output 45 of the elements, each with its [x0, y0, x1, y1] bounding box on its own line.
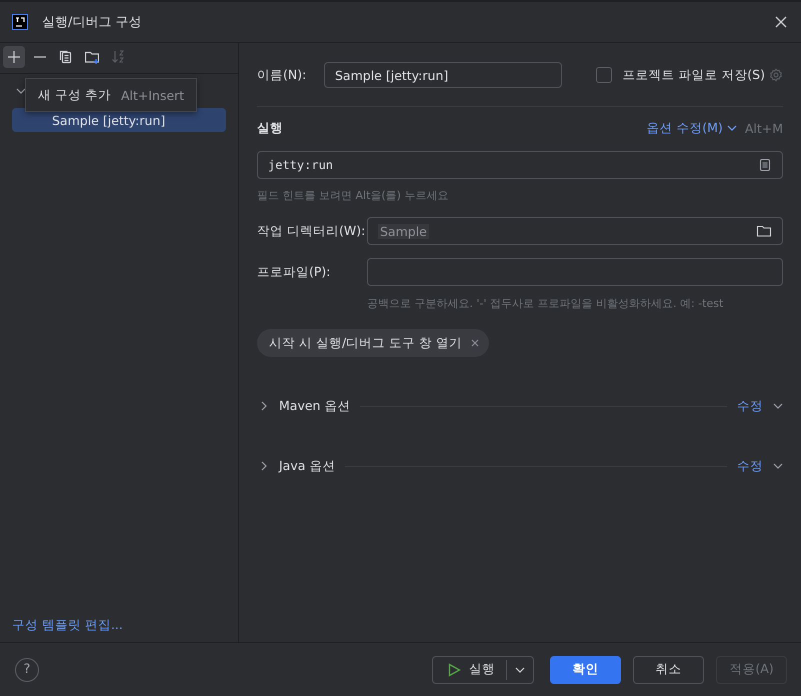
name-label: 이름(N): [257, 66, 308, 84]
working-directory-field[interactable]: Sample [367, 217, 783, 245]
help-button[interactable]: ? [15, 658, 39, 682]
app-logo-icon [12, 14, 28, 30]
working-directory-label: 작업 디렉터리(W): [257, 222, 366, 240]
profiles-label: 프로파일(P): [257, 264, 332, 280]
sort-icon [111, 49, 125, 65]
add-button[interactable] [3, 46, 25, 68]
shortcut-text: Alt+M [744, 120, 783, 136]
chevron-icon[interactable] [259, 401, 269, 411]
tooltip-text: 새 구성 추가 [38, 86, 111, 104]
checkbox[interactable] [596, 67, 612, 83]
edit-templates-link[interactable]: 구성 템플릿 편집... [0, 617, 238, 642]
copy-icon [59, 49, 73, 65]
chevron-icon [773, 401, 783, 411]
chevron-icon[interactable] [16, 86, 26, 96]
document-icon[interactable] [758, 158, 772, 172]
close-icon[interactable] [775, 16, 787, 28]
shortcut-text: Alt+Insert [120, 88, 184, 102]
chevron-icon[interactable] [259, 461, 269, 471]
name-field[interactable]: Sample [jetty:run] [324, 62, 562, 88]
modify-options-link[interactable]: 옵션 수정(M) [646, 120, 723, 136]
plus-icon [7, 49, 21, 65]
new-folder-icon [85, 49, 99, 65]
modify-link[interactable]: 수정 [737, 398, 763, 414]
play-icon [447, 662, 461, 676]
hint-text: 공백으로 구분하세요. '-' 접두사로 프로파일을 비활성화하세요. 예: -test [367, 296, 724, 311]
modify-link[interactable]: 수정 [737, 458, 763, 474]
ok-button[interactable]: 확인 [550, 656, 621, 684]
chevron-icon [726, 123, 737, 133]
cancel-button[interactable]: 취소 [633, 656, 704, 684]
chevron-icon[interactable] [515, 664, 525, 674]
store-label: 프로젝트 파일로 저장(S) [622, 66, 765, 84]
group-title: Java 옵션 [279, 458, 336, 474]
hint-text: 필드 힌트를 보려면 Alt을(를) 누르세요 [257, 188, 450, 203]
option-chip[interactable]: 시작 시 실행/디버그 도구 창 열기 [257, 329, 490, 357]
chevron-icon [773, 461, 783, 471]
run-button[interactable]: 실행 [432, 656, 534, 684]
section-title: 실행 [257, 120, 283, 136]
window-title: 실행/디버그 구성 [42, 14, 143, 31]
profiles-field[interactable] [367, 258, 783, 286]
folder-icon[interactable] [756, 224, 772, 238]
minus-icon [33, 56, 47, 58]
command-field[interactable]: jetty:run [257, 151, 783, 179]
group-title: Maven 옵션 [279, 398, 350, 414]
